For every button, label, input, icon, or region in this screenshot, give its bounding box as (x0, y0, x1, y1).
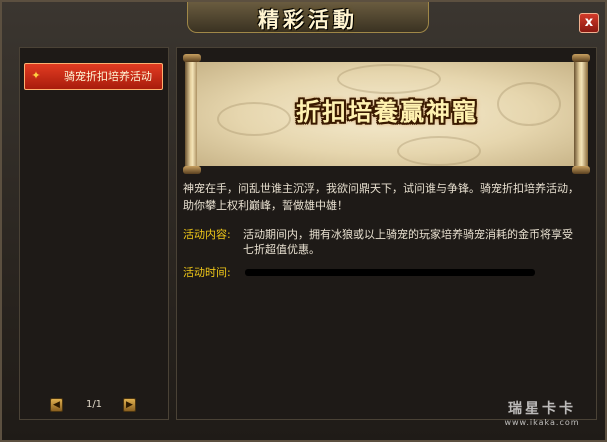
sidebar-item-mount-discount[interactable]: ✦ 骑宠折扣培养活动 (24, 63, 163, 90)
event-banner: 折扣培養贏神寵 (183, 54, 590, 174)
window-title: 精彩活動 (258, 7, 358, 32)
banner-title: 折扣培養贏神寵 (296, 97, 478, 126)
scroll-rod-right (572, 54, 590, 174)
event-content-label: 活动内容: (183, 228, 231, 241)
activity-detail-panel: 折扣培養贏神寵 神宠在手，问乱世谁主沉浮，我欲问鼎天下，试问谁与争锋。骑宠折扣培… (176, 47, 597, 420)
sidebar-item-label: 骑宠折扣培养活动 (64, 70, 152, 83)
redaction-bar (245, 269, 535, 276)
event-time-label: 活动时间: (183, 266, 231, 279)
title-plate: 精彩活動 (187, 2, 429, 33)
sparkle-icon: ✦ (31, 69, 41, 82)
next-page-button[interactable]: ▶ (123, 398, 136, 412)
watermark-url: www.ikaka.com (504, 418, 580, 427)
page-indicator: 1/1 (85, 399, 103, 410)
pager: ◀ 1/1 ▶ (20, 398, 168, 414)
event-description: 神宠在手，问乱世谁主沉浮，我欲问鼎天下，试问谁与争锋。骑宠折扣培养活动，助你攀上… (183, 182, 579, 212)
close-button[interactable]: x (579, 13, 599, 33)
banner-parchment: 折扣培養贏神寵 (197, 62, 577, 166)
watermark-logo: 瑞星卡卡 (508, 401, 576, 417)
activity-window: 精彩活動 x ✦ 骑宠折扣培养活动 ◀ 1/1 ▶ 折扣培養贏神寵 神宠在手，问… (0, 0, 607, 442)
activity-list-panel: ✦ 骑宠折扣培养活动 ◀ 1/1 ▶ (19, 47, 169, 420)
watermark: 瑞星卡卡 www.ikaka.com (487, 398, 597, 434)
event-content-value: 活动期间内，拥有冰狼或以上骑宠的玩家培养骑宠消耗的金币将享受七折超值优惠。 (243, 228, 573, 256)
